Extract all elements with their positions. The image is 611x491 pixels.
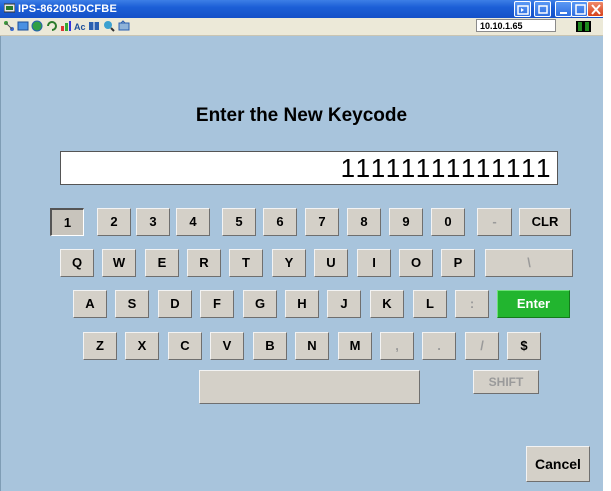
refresh-icon[interactable] (46, 20, 58, 32)
key-u[interactable]: U (314, 249, 348, 277)
key-x[interactable]: X (125, 332, 159, 360)
keycode-input[interactable]: 11111111111111 (60, 151, 558, 185)
window-icon[interactable] (17, 20, 29, 32)
svg-text:Ac: Ac (74, 22, 86, 32)
key-clr[interactable]: CLR (519, 208, 571, 236)
restore-alt-button[interactable] (514, 1, 531, 17)
key-p[interactable]: P (441, 249, 475, 277)
key-f[interactable]: F (200, 290, 234, 318)
key-t[interactable]: T (229, 249, 263, 277)
restore-icon (538, 5, 548, 14)
restore-button[interactable] (534, 1, 551, 17)
cancel-button[interactable]: Cancel (526, 446, 590, 482)
page-title: Enter the New Keycode (195, 105, 408, 126)
key-7[interactable]: 7 (305, 208, 339, 236)
key-z[interactable]: Z (83, 332, 117, 360)
key-r[interactable]: R (187, 249, 221, 277)
globe-icon[interactable] (31, 20, 43, 32)
key-6[interactable]: 6 (263, 208, 297, 236)
book-icon[interactable] (88, 20, 100, 32)
connection-status-icon (576, 21, 591, 32)
key-0[interactable]: 0 (431, 208, 465, 236)
shift-key[interactable]: SHIFT (473, 370, 539, 394)
app-window: IPS-862005DCFBE Ac 10.10.1.65 Enter the … (0, 0, 611, 491)
key-8[interactable]: 8 (347, 208, 381, 236)
key-a[interactable]: A (73, 290, 107, 318)
key-1[interactable]: 1 (50, 208, 84, 236)
key-h[interactable]: H (285, 290, 319, 318)
key-b[interactable]: B (253, 332, 287, 360)
key-d[interactable]: D (158, 290, 192, 318)
key-colon[interactable]: : (455, 290, 489, 318)
key-comma[interactable]: , (380, 332, 414, 360)
network-icon[interactable] (3, 20, 15, 32)
font-icon[interactable]: Ac (74, 20, 86, 32)
key-c[interactable]: C (168, 332, 202, 360)
key-e[interactable]: E (145, 249, 179, 277)
title-bar[interactable]: IPS-862005DCFBE (0, 0, 604, 18)
key-g[interactable]: G (243, 290, 277, 318)
close-button[interactable] (587, 1, 604, 17)
key-3[interactable]: 3 (136, 208, 170, 236)
keycode-value: 11111111111111 (340, 153, 553, 183)
key-5[interactable]: 5 (222, 208, 256, 236)
key-dollar[interactable]: $ (507, 332, 541, 360)
chart-icon[interactable] (60, 20, 72, 32)
key-l[interactable]: L (413, 290, 447, 318)
key-dash[interactable]: - (477, 208, 512, 236)
key-period[interactable]: . (422, 332, 456, 360)
restore-alt-icon (517, 5, 529, 15)
key-y[interactable]: Y (272, 249, 306, 277)
key-k[interactable]: K (370, 290, 404, 318)
world-search-icon[interactable] (103, 20, 115, 32)
minimize-button[interactable] (555, 1, 572, 17)
key-v[interactable]: V (210, 332, 244, 360)
settings-icon[interactable] (118, 20, 130, 32)
key-o[interactable]: O (399, 249, 433, 277)
enter-button[interactable]: Enter (497, 290, 570, 318)
app-icon (4, 3, 15, 13)
maximize-button[interactable] (571, 1, 588, 17)
key-slash[interactable]: / (465, 332, 499, 360)
key-9[interactable]: 9 (389, 208, 423, 236)
key-4[interactable]: 4 (176, 208, 210, 236)
key-n[interactable]: N (295, 332, 329, 360)
key-s[interactable]: S (115, 290, 149, 318)
key-2[interactable]: 2 (97, 208, 131, 236)
key-q[interactable]: Q (60, 249, 94, 277)
key-j[interactable]: J (327, 290, 361, 318)
window-title: IPS-862005DCFBE (18, 3, 117, 15)
window-border (603, 0, 611, 491)
key-backslash[interactable]: \ (485, 249, 573, 277)
key-m[interactable]: M (338, 332, 372, 360)
space-bar[interactable] (199, 370, 420, 404)
key-i[interactable]: I (357, 249, 391, 277)
ip-address-field[interactable]: 10.10.1.65 (476, 19, 556, 32)
key-w[interactable]: W (102, 249, 136, 277)
